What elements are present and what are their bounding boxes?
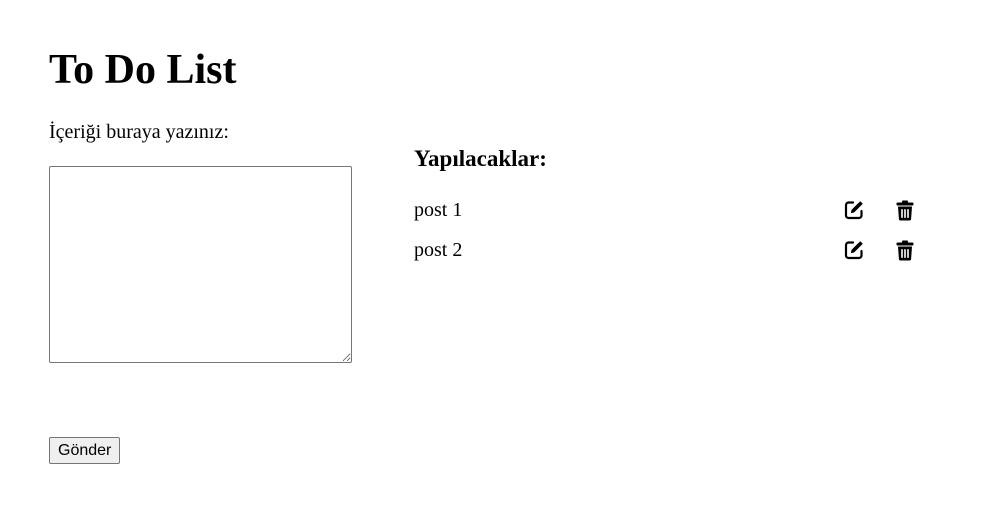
- page-title: To Do List: [49, 47, 237, 93]
- content-textarea[interactable]: [49, 166, 352, 363]
- submit-button[interactable]: Gönder: [49, 437, 121, 464]
- todo-item: post 1: [414, 190, 924, 230]
- edit-icon[interactable]: [842, 198, 866, 222]
- todo-text: post 1: [414, 199, 463, 221]
- todo-item: post 2: [414, 230, 924, 270]
- trash-icon[interactable]: [893, 238, 917, 262]
- todo-list: post 1 post 2: [414, 190, 924, 270]
- trash-icon[interactable]: [893, 198, 917, 222]
- edit-icon[interactable]: [842, 238, 866, 262]
- todos-heading: Yapılacaklar:: [414, 146, 547, 171]
- page: To Do List İçeriği buraya yazınız: Gönde…: [0, 0, 1006, 521]
- content-label: İçeriği buraya yazınız:: [49, 121, 229, 143]
- todo-text: post 2: [414, 239, 463, 261]
